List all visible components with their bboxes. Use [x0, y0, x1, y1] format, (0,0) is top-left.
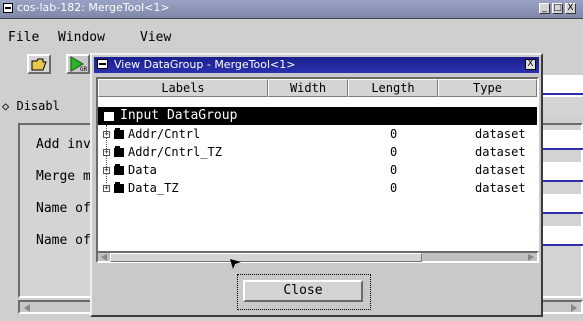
mouse-cursor-icon — [230, 259, 241, 269]
table-row[interactable]: + Addr/Cntrl 0 dataset — [98, 125, 537, 143]
scroll-right-icon[interactable] — [526, 253, 536, 262]
close-button[interactable]: Close — [243, 280, 363, 302]
view-datagroup-dialog: View DataGroup - MergeTool<1> X Labels W… — [90, 53, 543, 317]
dialog-titlebar[interactable]: View DataGroup - MergeTool<1> X — [94, 57, 539, 73]
row-type: dataset — [475, 181, 526, 195]
row-label: Addr/Cntrl_TZ — [128, 145, 222, 159]
folder-open-icon — [104, 110, 114, 121]
merge-field[interactable] — [540, 162, 583, 182]
tree-root-label: Input DataGroup — [120, 108, 238, 123]
name-field[interactable] — [540, 226, 583, 246]
row-length: 0 — [390, 145, 398, 159]
column-header-type[interactable]: Type — [438, 79, 537, 97]
row-length: 0 — [390, 181, 398, 195]
open-button[interactable] — [27, 54, 51, 74]
go-button[interactable]: GR — [66, 54, 90, 74]
main-row-label: Name of — [36, 201, 91, 216]
row-type: dataset — [475, 163, 526, 177]
column-header-width[interactable]: Width — [268, 79, 348, 97]
table-header: Labels Width Length Type — [98, 79, 537, 97]
row-label: Addr/Cntrl — [128, 127, 201, 141]
main-window-titlebar[interactable]: cos-lab-182: MergeTool<1> _ □ X — [0, 0, 583, 19]
folder-icon — [114, 182, 124, 193]
main-row-label: Name of — [36, 233, 91, 248]
expand-icon[interactable]: + — [103, 167, 110, 174]
add-input-field[interactable] — [540, 130, 583, 150]
tree-root-row[interactable]: Input DataGroup — [98, 107, 537, 125]
name-field[interactable] — [540, 194, 583, 214]
dialog-menu-icon[interactable] — [97, 59, 108, 69]
scroll-left-icon[interactable] — [22, 303, 32, 313]
menu-window[interactable]: Window — [58, 30, 105, 45]
toolbar-field[interactable] — [540, 75, 583, 95]
folder-icon — [114, 164, 124, 175]
main-row-label: Merge m — [36, 169, 91, 184]
table-row[interactable]: + Addr/Cntrl_TZ 0 dataset — [98, 143, 537, 161]
close-window-button[interactable]: X — [565, 3, 576, 14]
main-row-label: Add inv — [36, 137, 91, 152]
window-menu-icon[interactable] — [3, 3, 13, 13]
menu-file[interactable]: File — [8, 30, 39, 45]
scrollbar-thumb[interactable] — [110, 253, 422, 262]
disable-option[interactable]: ◇ Disabl — [2, 99, 60, 113]
dialog-horizontal-scrollbar[interactable] — [96, 251, 539, 263]
folder-icon — [114, 128, 124, 139]
expand-icon[interactable]: + — [103, 185, 110, 192]
expand-icon[interactable]: + — [103, 149, 110, 156]
row-type: dataset — [475, 145, 526, 159]
row-length: 0 — [390, 127, 398, 141]
option-button[interactable] — [540, 95, 583, 115]
maximize-button[interactable]: □ — [552, 3, 563, 14]
dialog-close-icon[interactable]: X — [525, 59, 536, 70]
scroll-left-icon[interactable] — [99, 253, 109, 262]
go-label: GR — [80, 66, 88, 73]
row-length: 0 — [390, 163, 398, 177]
dialog-title: View DataGroup - MergeTool<1> — [114, 58, 296, 71]
table-row[interactable]: + Data 0 dataset — [98, 161, 537, 179]
column-header-labels[interactable]: Labels — [98, 79, 268, 97]
folder-icon — [114, 146, 124, 157]
menu-view[interactable]: View — [140, 30, 171, 45]
row-type: dataset — [475, 127, 526, 141]
table-row[interactable]: + Data_TZ 0 dataset — [98, 179, 537, 197]
datagroup-table: Labels Width Length Type Input DataGroup… — [96, 77, 539, 263]
menubar: File Window View — [0, 20, 583, 50]
expand-icon[interactable]: + — [103, 131, 110, 138]
folder-open-icon — [31, 58, 47, 70]
row-label: Data — [128, 163, 157, 177]
minimize-button[interactable]: _ — [539, 3, 550, 14]
column-header-length[interactable]: Length — [348, 79, 438, 97]
close-button-focus-ring: Close — [237, 274, 371, 310]
row-label: Data_TZ — [128, 181, 179, 195]
diamond-radio-icon: ◇ — [2, 99, 10, 113]
disable-label: Disabl — [16, 99, 60, 113]
main-window-title: cos-lab-182: MergeTool<1> — [17, 1, 170, 14]
scroll-right-icon[interactable] — [569, 303, 579, 313]
